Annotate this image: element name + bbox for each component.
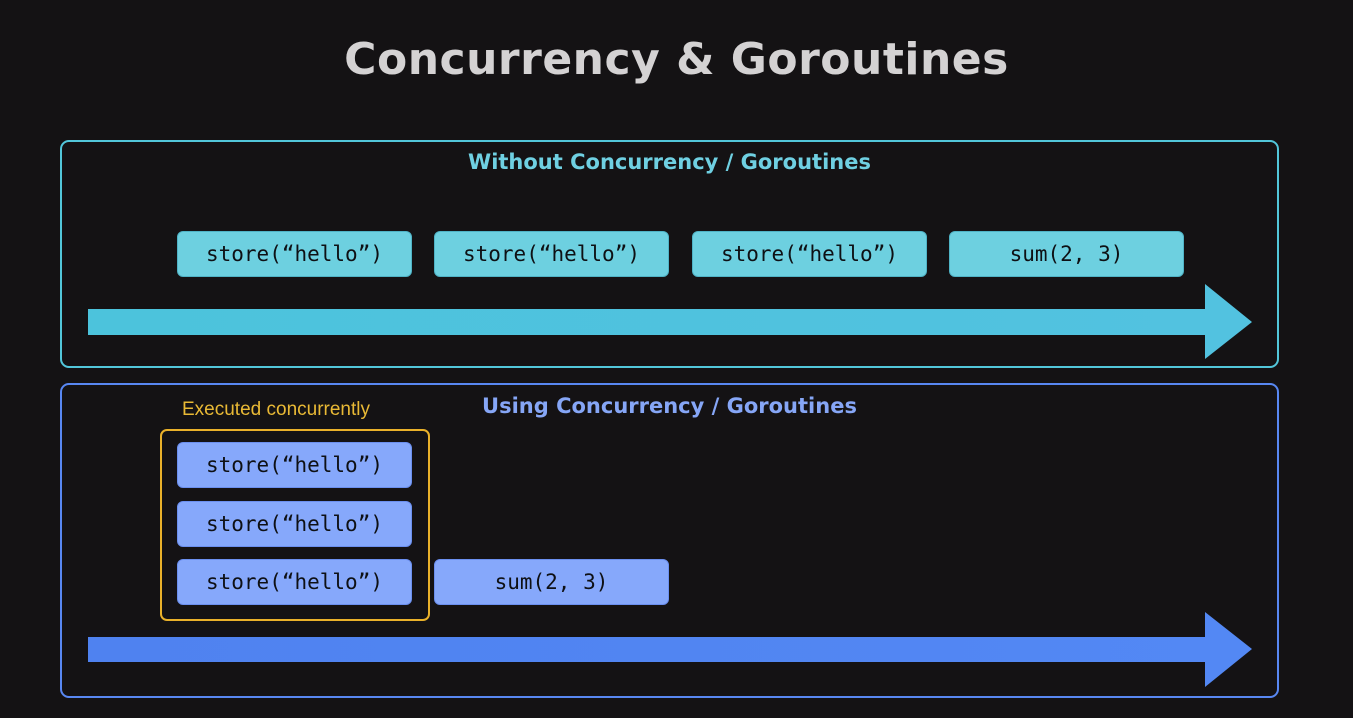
- timeline-arrow-sequential: [88, 284, 1252, 359]
- panel-without-concurrency: Without Concurrency / Goroutines store(“…: [60, 140, 1279, 368]
- panel-with-concurrency: Using Concurrency / Goroutines Executed …: [60, 383, 1279, 698]
- page-title: Concurrency & Goroutines: [344, 34, 1009, 85]
- timeline-arrow-concurrent: [88, 612, 1252, 687]
